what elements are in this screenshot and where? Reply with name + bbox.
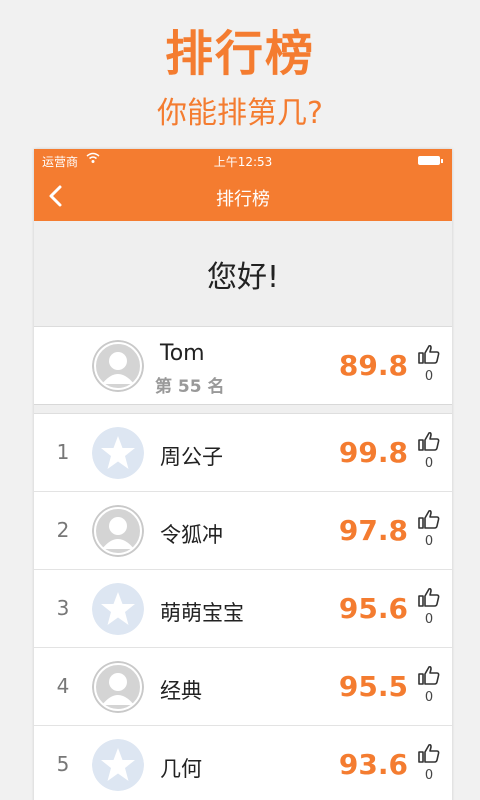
thumbs-up-icon <box>417 587 441 612</box>
promo-title: 排行榜 <box>164 26 315 82</box>
user-name: 经典 <box>160 679 202 703</box>
rank-number: 5 <box>56 752 70 776</box>
like-count: 0 <box>424 612 434 627</box>
user-score: 93.6 <box>338 748 408 781</box>
my-rank-row[interactable]: Tom 第 55 名 89.8 0 <box>34 327 452 405</box>
my-like-count: 0 <box>424 369 434 384</box>
my-score: 89.8 <box>338 349 408 382</box>
status-bar: 运营商 上午12:53 <box>34 149 452 171</box>
thumbs-up-icon <box>417 431 441 456</box>
user-name: 萌萌宝宝 <box>160 601 244 625</box>
my-name: Tom <box>160 341 205 366</box>
my-rank-label: 第 55 名 <box>155 377 225 397</box>
user-avatar <box>92 661 144 713</box>
ranking-row[interactable]: 4 经典 95.5 0 <box>34 648 452 726</box>
battery-icon <box>418 156 443 165</box>
rank-number: 4 <box>56 674 70 698</box>
user-name: 令狐冲 <box>160 523 223 547</box>
user-score: 99.8 <box>338 436 408 469</box>
thumbs-up-icon <box>417 509 441 534</box>
user-name: 周公子 <box>160 445 223 469</box>
ranking-list: 1 周公子 99.8 0 2 令狐冲 97.8 0 3 萌萌宝宝 95.6 0 4 经典 95.5 0 5 几何 9… <box>34 414 452 800</box>
thumbs-up-icon <box>417 743 441 768</box>
nav-title: 排行榜 <box>216 189 270 210</box>
user-avatar <box>92 427 144 479</box>
like-button[interactable]: 0 <box>416 586 442 627</box>
rank-number: 1 <box>56 440 70 464</box>
nav-bar: 排行榜 <box>34 171 452 221</box>
like-button[interactable]: 0 <box>416 430 442 471</box>
ranking-row[interactable]: 2 令狐冲 97.8 0 <box>34 492 452 570</box>
promo-subtitle: 你能排第几? <box>157 96 323 131</box>
user-name: 几何 <box>160 757 202 781</box>
user-score: 95.5 <box>338 670 408 703</box>
greeting-panel: 您好! <box>34 221 452 327</box>
like-button[interactable]: 0 <box>416 508 442 549</box>
greeting-text: 您好! <box>206 259 280 295</box>
user-avatar <box>92 739 144 791</box>
ranking-row[interactable]: 5 几何 93.6 0 <box>34 726 452 800</box>
my-like-button[interactable]: 0 <box>416 343 442 384</box>
like-count: 0 <box>424 690 434 705</box>
like-button[interactable]: 0 <box>416 664 442 705</box>
like-button[interactable]: 0 <box>416 742 442 783</box>
thumbs-up-icon <box>417 344 441 369</box>
user-score: 97.8 <box>338 514 408 547</box>
thumbs-up-icon <box>417 665 441 690</box>
phone-screen: 运营商 上午12:53 排行榜 您好! Tom 第 55 名 89.8 0 1 … <box>34 149 452 800</box>
like-count: 0 <box>424 534 434 549</box>
ranking-row[interactable]: 1 周公子 99.8 0 <box>34 414 452 492</box>
rank-number: 2 <box>56 518 70 542</box>
like-count: 0 <box>424 768 434 783</box>
user-avatar <box>92 583 144 635</box>
user-avatar <box>92 505 144 557</box>
like-count: 0 <box>424 456 434 471</box>
list-separator <box>34 405 452 414</box>
rank-number: 3 <box>56 596 70 620</box>
user-score: 95.6 <box>338 592 408 625</box>
ranking-row[interactable]: 3 萌萌宝宝 95.6 0 <box>34 570 452 648</box>
status-time: 上午12:53 <box>213 155 273 169</box>
my-avatar <box>92 340 144 392</box>
